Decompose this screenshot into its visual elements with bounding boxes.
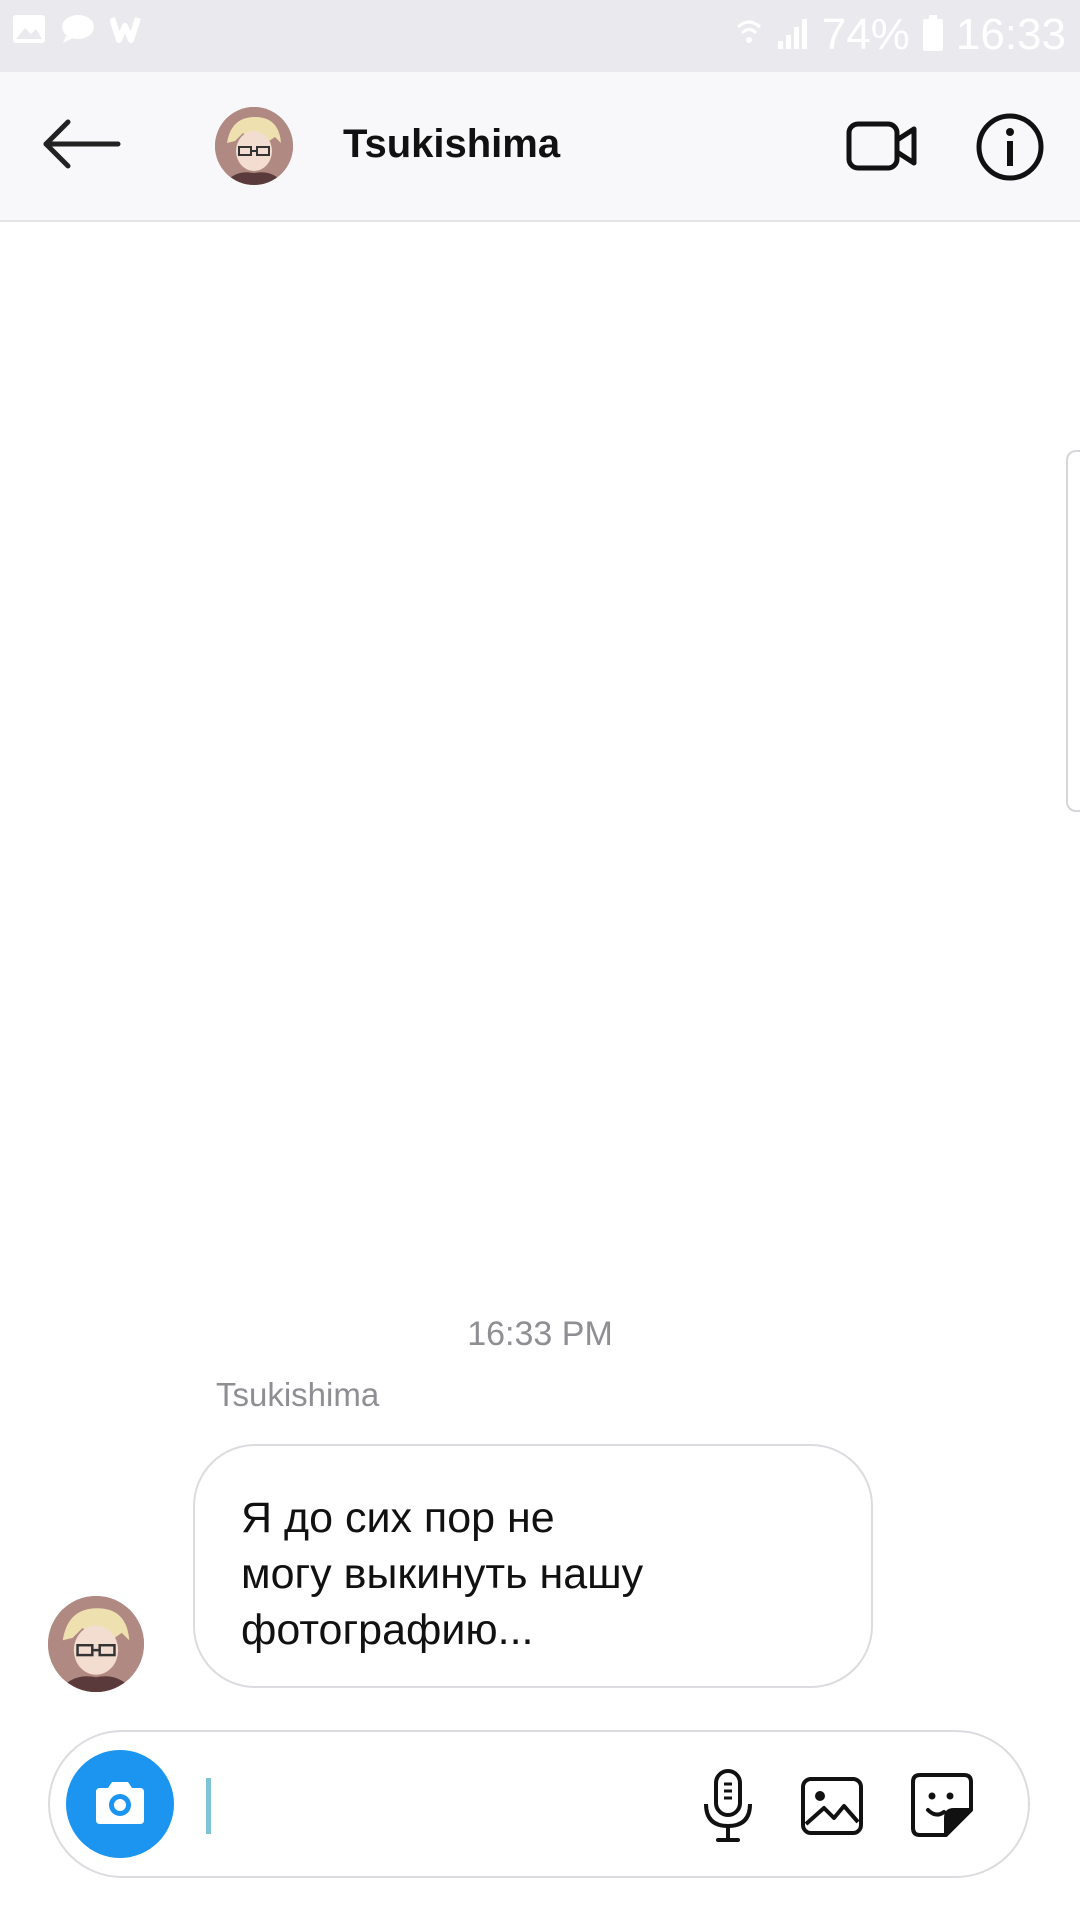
back-arrow-icon [43,119,121,169]
text-input[interactable] [206,1778,211,1834]
status-time: 16:33 [955,10,1066,59]
gallery-icon [801,1777,863,1835]
status-left-icons [12,14,150,49]
info-icon [976,113,1044,181]
scroll-handle[interactable] [1066,450,1080,812]
sender-name: Tsukishima [216,1376,380,1413]
message-line: могу выкинуть нашу [241,1550,644,1598]
info-button[interactable] [975,112,1045,182]
back-button[interactable] [42,114,122,174]
battery-percent: 74% [821,10,910,59]
video-call-button[interactable] [846,119,918,173]
chat-icon [60,14,96,49]
header-avatar[interactable] [215,107,293,185]
wattpad-icon [109,14,150,49]
status-right: 74% 16:33 [734,10,1066,60]
camera-icon [96,1782,144,1824]
status-bar: 74% 16:33 [0,0,1080,72]
signal-icon [776,13,810,58]
page-title[interactable]: Tsukishima [343,122,560,167]
chat-header: Tsukishima [0,72,1080,222]
message-composer[interactable] [48,1730,1030,1878]
microphone-button[interactable] [698,1768,758,1844]
message-bubble[interactable]: Я до сих пор не могу выкинуть нашу фотог… [193,1444,873,1688]
sticker-button[interactable] [910,1772,974,1838]
camera-button[interactable] [66,1750,174,1858]
battery-icon [922,13,944,58]
wifi-icon [734,13,764,58]
microphone-icon [704,1769,752,1842]
message-line: Я до сих пор не [241,1494,555,1542]
sticker-icon [911,1773,973,1837]
message-line: фотографию... [241,1606,534,1654]
message-timestamp: 16:33 PM [467,1315,613,1353]
gallery-button[interactable] [800,1776,864,1836]
gallery-icon [12,14,46,49]
video-call-icon [846,121,917,171]
sender-avatar[interactable] [48,1596,144,1692]
